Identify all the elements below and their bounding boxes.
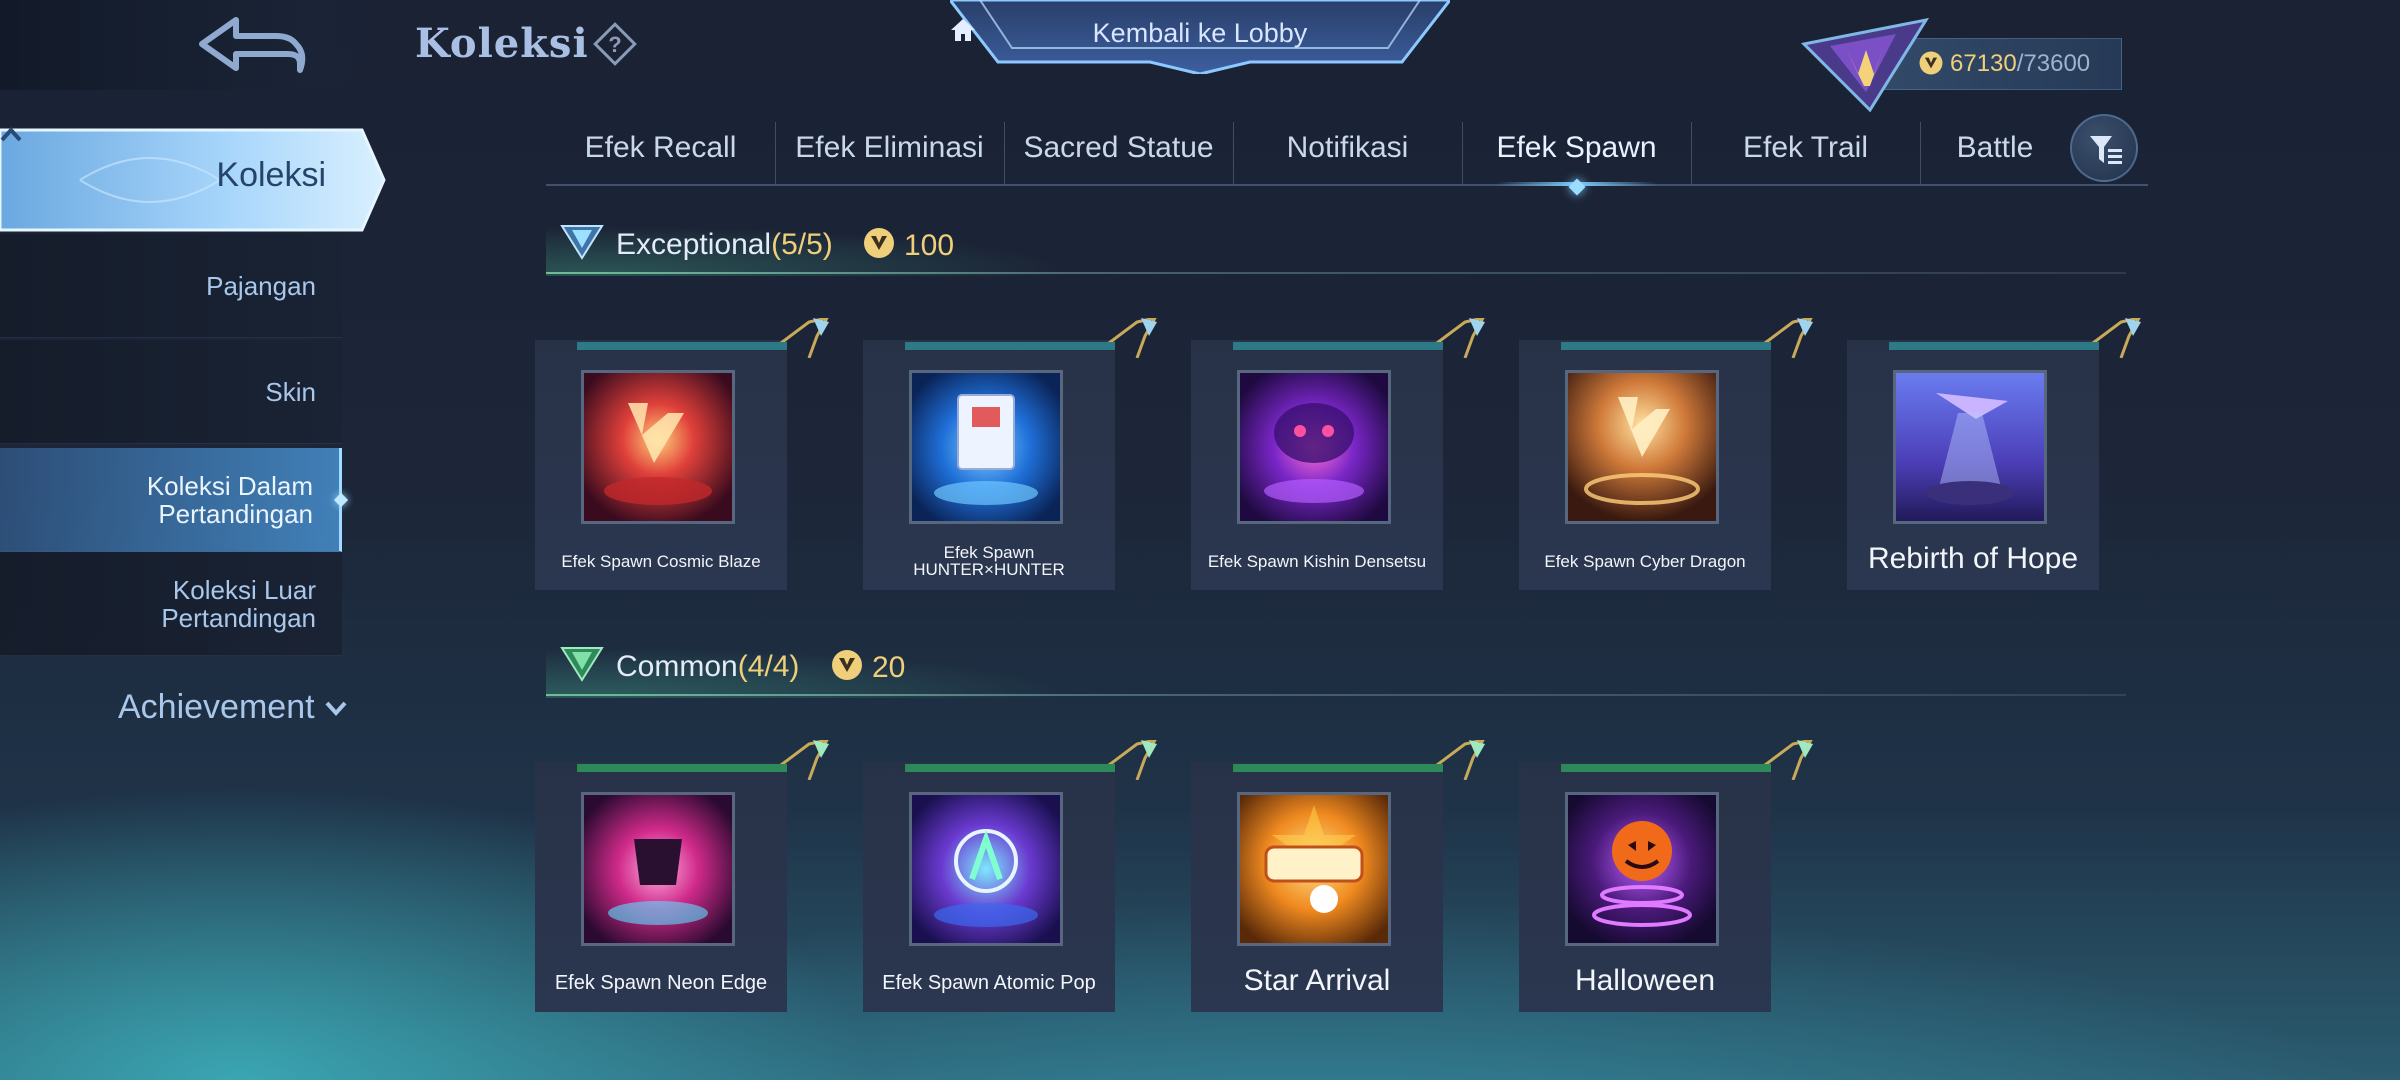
tab-label: Efek Trail xyxy=(1742,131,1869,164)
tab-label: Notifikasi xyxy=(1286,131,1409,164)
tab-battle[interactable]: Battle xyxy=(1920,120,2070,184)
item-thumbnail xyxy=(581,792,735,946)
item-name: Efek Spawn Neon Edge xyxy=(554,971,768,994)
section-points: 20 xyxy=(872,651,906,684)
help-icon[interactable]: ? xyxy=(591,20,639,68)
item-name: Efek Spawn HUNTER×HUNTER xyxy=(913,543,1065,579)
item-name: Efek Spawn Cosmic Blaze xyxy=(561,551,761,571)
item-name: Star Arrival xyxy=(1243,964,1391,997)
back-arrow-icon xyxy=(199,17,306,73)
tab-label: Battle xyxy=(1956,131,2034,164)
item-thumbnail xyxy=(1893,370,2047,524)
item-card[interactable]: Efek Spawn Kishin Densetsu xyxy=(1191,318,1485,590)
tab-label: Efek Spawn xyxy=(1496,131,1657,164)
section-exceptional-header: Exceptional(5/5) 100 xyxy=(546,216,2126,276)
item-name: Efek Spawn Kishin Densetsu xyxy=(1207,551,1427,571)
item-card[interactable]: Efek Spawn Cyber Dragon xyxy=(1519,318,1813,590)
section-title: Common xyxy=(616,650,738,683)
tab-label: Efek Recall xyxy=(584,131,737,164)
item-thumbnail xyxy=(1237,370,1391,524)
sidebar-item-pajangan[interactable]: Pajangan xyxy=(0,234,342,338)
item-card[interactable]: Efek Spawn HUNTER×HUNTER xyxy=(863,318,1157,590)
tab-bar: Efek Recall Efek Eliminasi Sacred Statue… xyxy=(546,120,2148,196)
lobby-label: Kembali ke Lobby xyxy=(1092,18,1308,48)
item-thumbnail xyxy=(1237,792,1391,946)
item-card[interactable]: Efek Spawn Cosmic Blaze xyxy=(535,318,829,590)
tab-efek-trail[interactable]: Efek Trail xyxy=(1691,120,1920,184)
sidebar-item-koleksi-dalam-pertandingan[interactable]: Koleksi Dalam Pertandingan xyxy=(0,448,342,552)
sidebar-item-koleksi-luar-pertandingan[interactable]: Koleksi Luar Pertandingan xyxy=(0,552,342,656)
collection-points: 67130/73600 xyxy=(1800,16,2122,112)
rank-emblem-icon xyxy=(1800,17,1930,112)
collection-point-icon xyxy=(1919,51,1943,75)
item-thumbnail xyxy=(1565,792,1719,946)
tab-sacred-statue[interactable]: Sacred Statue xyxy=(1004,120,1233,184)
tab-notifikasi[interactable]: Notifikasi xyxy=(1233,120,1462,184)
item-thumbnail xyxy=(909,370,1063,524)
item-card[interactable]: Efek Spawn Neon Edge xyxy=(535,740,829,1012)
tab-label: Sacred Statue xyxy=(1023,131,1214,164)
item-thumbnail xyxy=(909,792,1063,946)
item-name: Rebirth of Hope xyxy=(1867,542,2079,575)
page-title: Koleksi xyxy=(415,20,589,67)
item-card[interactable]: Efek Spawn Atomic Pop xyxy=(863,740,1157,1012)
collection-point-icon xyxy=(832,650,862,680)
achievement-label: Achievement xyxy=(118,688,315,726)
collection-point-icon xyxy=(864,228,894,258)
item-card[interactable]: Halloween xyxy=(1519,740,1813,1012)
sidebar-main-label: Koleksi xyxy=(216,156,326,194)
item-thumbnail xyxy=(581,370,735,524)
item-card[interactable]: Rebirth of Hope xyxy=(1847,318,2141,590)
section-count: (5/5) xyxy=(771,228,833,261)
section-common-header: Common(4/4) 20 xyxy=(546,638,2126,698)
tab-efek-spawn[interactable]: Efek Spawn xyxy=(1462,120,1691,196)
sidebar-item-skin[interactable]: Skin xyxy=(0,340,342,444)
sidebar-item-label: Pajangan xyxy=(206,270,316,301)
item-name: Halloween xyxy=(1574,964,1716,997)
points-total: /73600 xyxy=(2016,50,2091,77)
sidebar-item-koleksi[interactable]: Koleksi xyxy=(0,126,386,234)
tab-label: Efek Eliminasi xyxy=(795,131,984,164)
common-emblem-icon xyxy=(560,647,604,682)
item-thumbnail xyxy=(1565,370,1719,524)
home-icon xyxy=(951,19,975,41)
exceptional-emblem-icon xyxy=(560,225,604,260)
svg-text:?: ? xyxy=(608,32,621,57)
points-current: 67130 xyxy=(1950,50,2017,77)
item-name: Efek Spawn Atomic Pop xyxy=(882,971,1096,994)
chevron-down-icon xyxy=(325,701,347,716)
chevron-up-icon xyxy=(0,127,22,142)
filter-button[interactable] xyxy=(2070,114,2138,182)
section-count: (4/4) xyxy=(737,650,800,683)
filter-icon xyxy=(2090,136,2122,164)
sidebar-item-label: Koleksi Luar Pertandingan xyxy=(161,574,316,633)
section-points: 100 xyxy=(904,229,955,262)
tab-efek-recall[interactable]: Efek Recall xyxy=(546,120,775,184)
item-card[interactable]: Star Arrival xyxy=(1191,740,1485,1012)
item-name: Efek Spawn Cyber Dragon xyxy=(1544,551,1746,571)
back-button[interactable] xyxy=(0,0,390,90)
tab-efek-eliminasi[interactable]: Efek Eliminasi xyxy=(775,120,1004,184)
sidebar-item-label: Skin xyxy=(265,376,316,407)
back-to-lobby-button[interactable]: Kembali ke Lobby xyxy=(950,0,1450,74)
sidebar-item-achievement[interactable]: Achievement xyxy=(118,688,347,727)
section-title: Exceptional xyxy=(616,228,772,261)
sidebar-item-label: Koleksi Dalam Pertandingan xyxy=(146,470,313,529)
